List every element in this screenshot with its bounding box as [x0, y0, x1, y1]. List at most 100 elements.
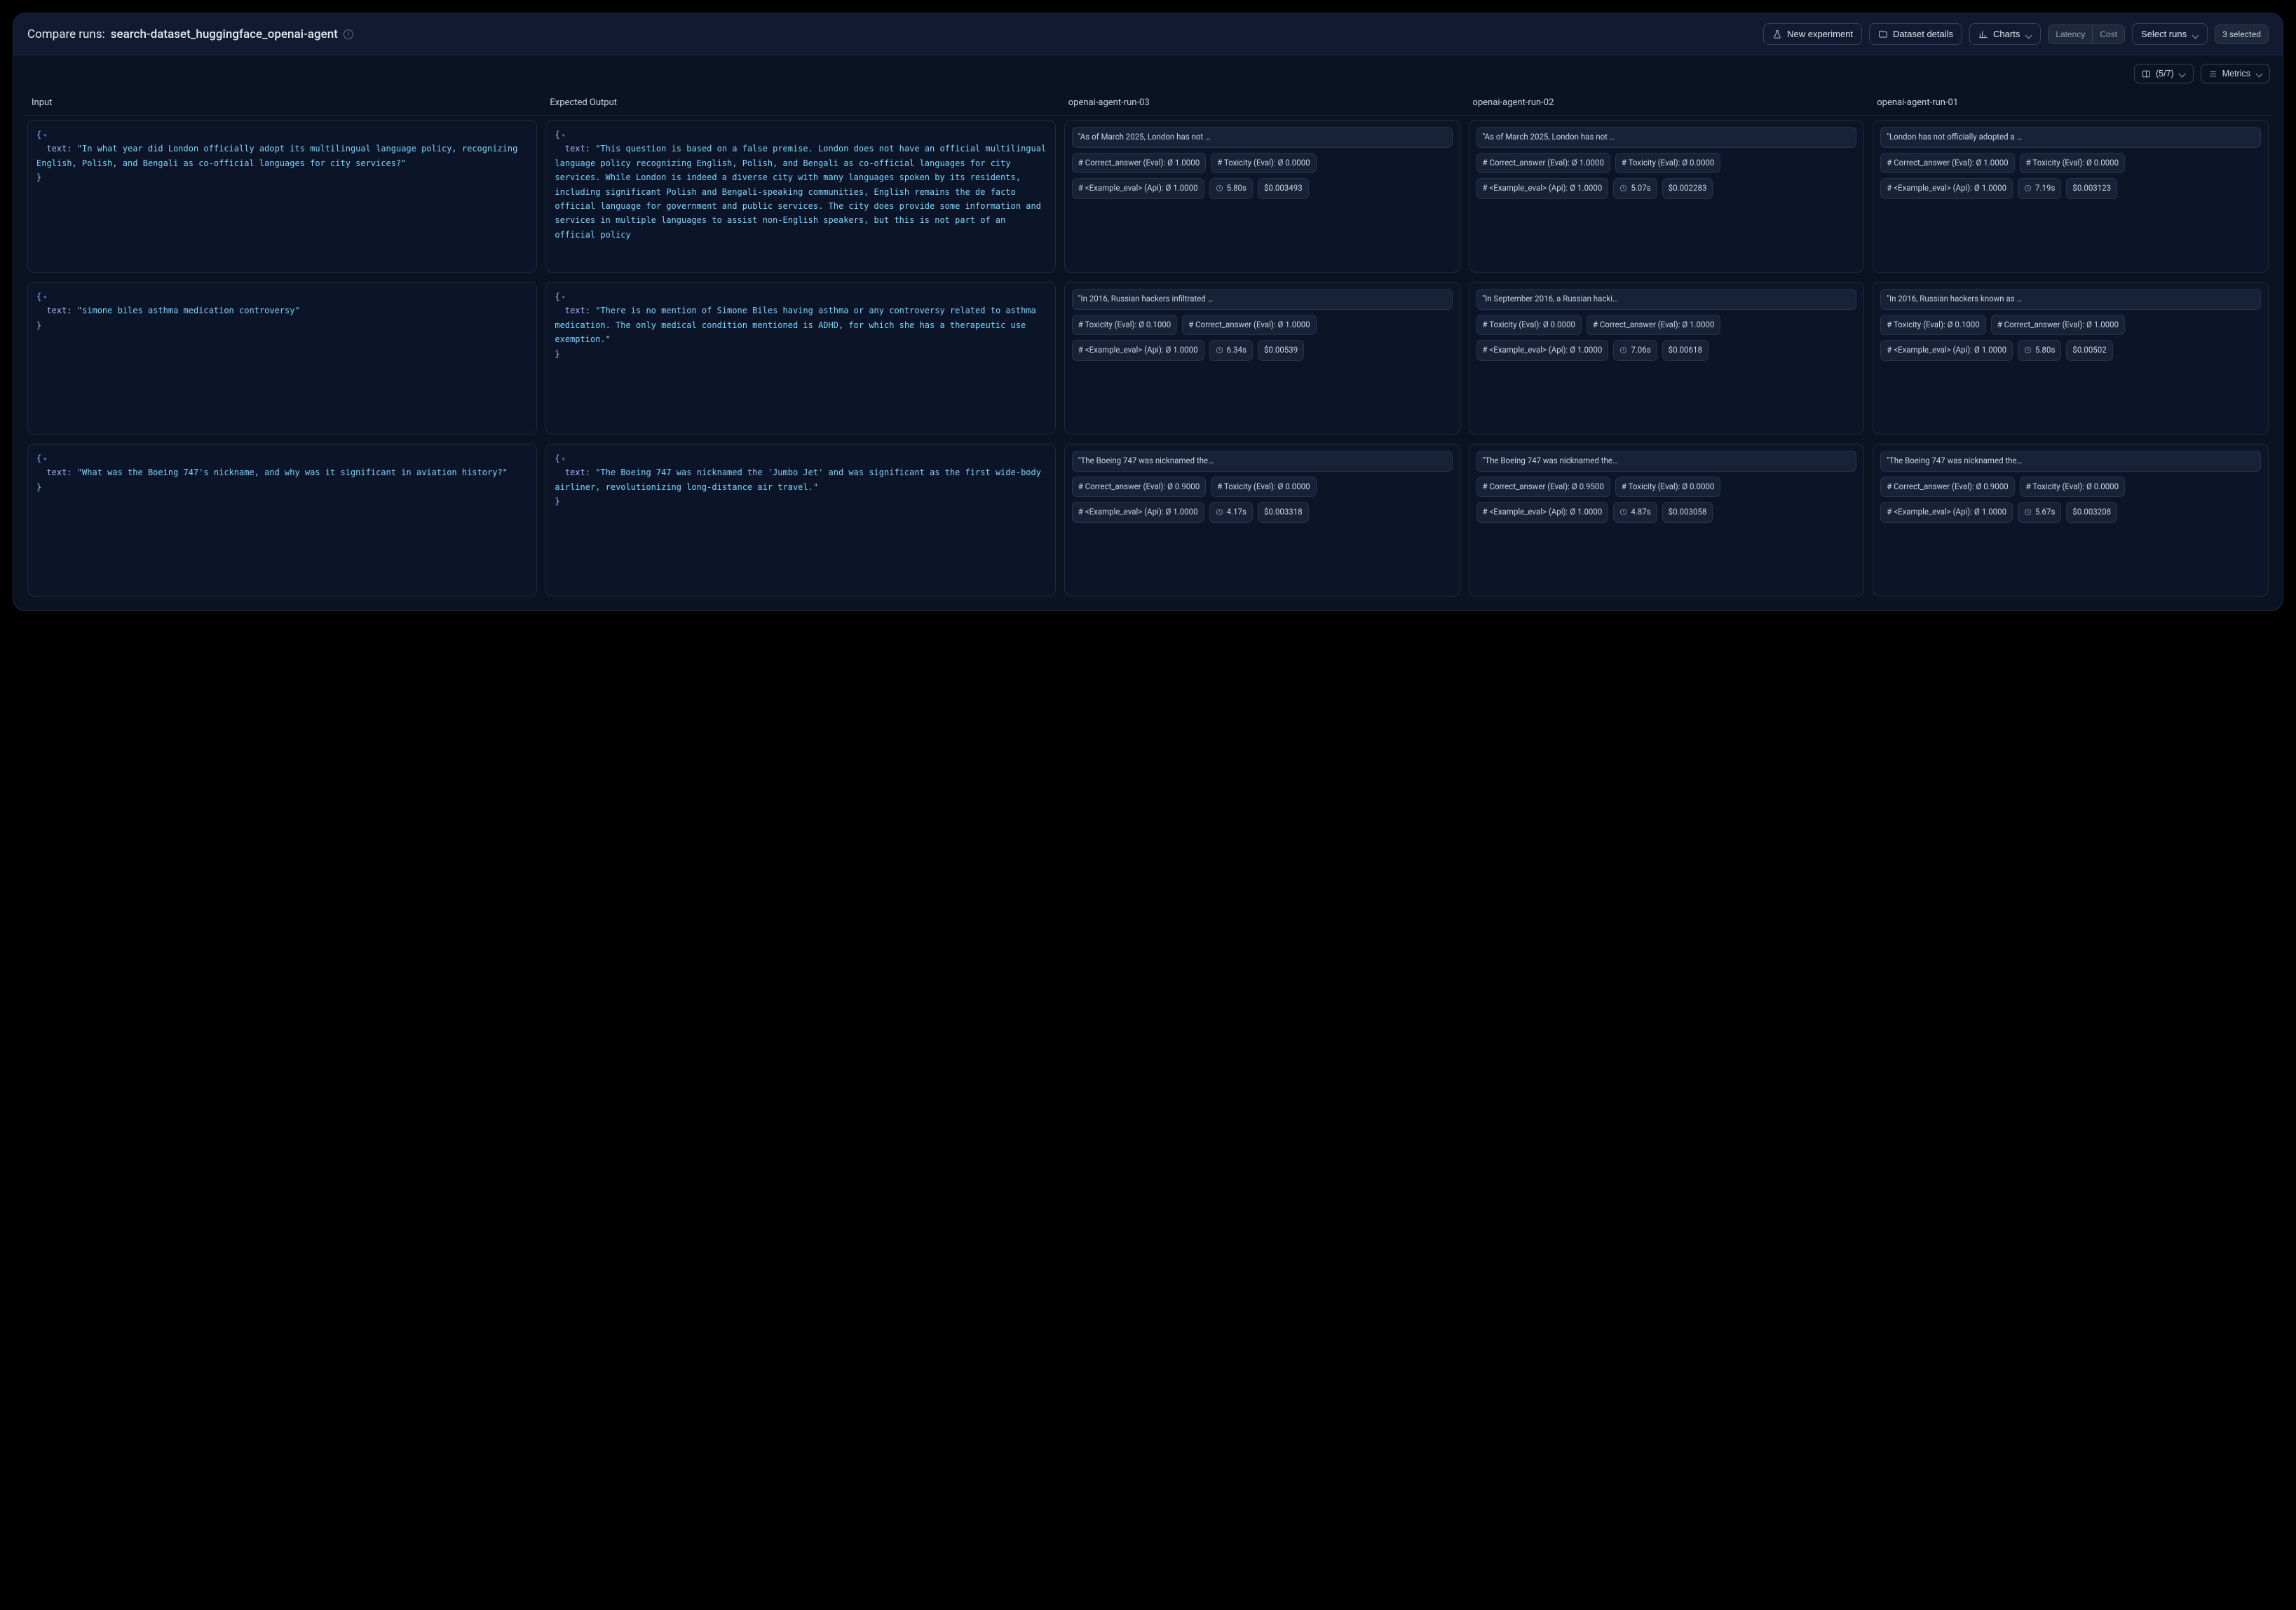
- expected-cell[interactable]: {▾ text: "This question is based on a fa…: [545, 120, 1055, 273]
- metric-chip: # Toxicity (Eval): Ø 0.0000: [2020, 477, 2125, 498]
- metric-chip: # <Example_eval> (Api): Ø 1.0000: [1476, 340, 1609, 361]
- clock-icon: [1216, 508, 1223, 516]
- dataset-details-label: Dataset details: [1893, 29, 1953, 39]
- latency-chip: 7.19s: [2018, 178, 2061, 199]
- charts-button[interactable]: Charts: [1969, 23, 2041, 45]
- metric-chip: # Correct_answer (Eval): Ø 1.0000: [1476, 153, 1610, 174]
- clock-icon: [1216, 346, 1223, 354]
- answer-chip: "The Boeing 747 was nicknamed the…: [1072, 451, 1453, 472]
- metric-chip: # <Example_eval> (Api): Ø 1.0000: [1476, 502, 1609, 523]
- clock-icon: [1619, 184, 1627, 192]
- info-icon[interactable]: i: [344, 29, 353, 39]
- input-cell[interactable]: {▾ text: "simone biles asthma medication…: [27, 282, 537, 435]
- clock-icon: [1619, 508, 1627, 516]
- col-header-run-03[interactable]: openai-agent-run-03: [1060, 90, 1465, 116]
- input-cell[interactable]: {▾ text: "What was the Boeing 747's nick…: [27, 444, 537, 596]
- cost-chip: $0.003493: [1258, 178, 1309, 199]
- metrics-picker-button[interactable]: Metrics: [2201, 64, 2270, 83]
- cost-pill[interactable]: Cost: [2092, 25, 2124, 43]
- metric-chip: # Correct_answer (Eval): Ø 0.9000: [1072, 477, 1206, 498]
- page-header: Compare runs: search-dataset_huggingface…: [13, 13, 2283, 55]
- run-cell[interactable]: "In 2016, Russian hackers infiltrated … …: [1064, 282, 1460, 435]
- json-key: text:: [46, 306, 72, 315]
- table-toolbar: (5/7) Metrics: [13, 55, 2283, 83]
- json-key: text:: [565, 144, 590, 154]
- col-header-input[interactable]: Input: [23, 90, 541, 116]
- col-header-run-01[interactable]: openai-agent-run-01: [1868, 90, 2273, 116]
- answer-chip: "As of March 2025, London has not …: [1072, 127, 1453, 148]
- title-run-name: search-dataset_huggingface_openai-agent: [111, 27, 338, 41]
- cost-chip: $0.00502: [2066, 340, 2112, 361]
- metric-chip: # Correct_answer (Eval): Ø 0.9500: [1476, 477, 1610, 498]
- metric-chip: # Toxicity (Eval): Ø 0.1000: [1880, 315, 1985, 336]
- metric-chip: # Correct_answer (Eval): Ø 1.0000: [1072, 153, 1206, 174]
- folder-icon: [1878, 29, 1888, 39]
- latency-chip: 4.17s: [1209, 502, 1253, 523]
- select-runs-button[interactable]: Select runs: [2132, 23, 2208, 45]
- metric-chip: # Toxicity (Eval): Ø 0.0000: [1476, 315, 1582, 336]
- col-header-expected[interactable]: Expected Output: [541, 90, 1059, 116]
- charts-label: Charts: [1993, 29, 2020, 39]
- page-title: Compare runs: search-dataset_huggingface…: [27, 27, 353, 41]
- chart-icon: [1978, 29, 1988, 39]
- json-value: "simone biles asthma medication controve…: [77, 306, 300, 315]
- metric-chip: # Toxicity (Eval): Ø 0.1000: [1072, 315, 1177, 336]
- select-runs-label: Select runs: [2141, 29, 2187, 39]
- clock-icon: [2024, 184, 2032, 192]
- json-value: "What was the Boeing 747's nickname, and…: [77, 468, 508, 477]
- metric-chip: # <Example_eval> (Api): Ø 1.0000: [1072, 178, 1204, 199]
- dataset-details-button[interactable]: Dataset details: [1869, 23, 1962, 45]
- cost-chip: $0.00539: [1258, 340, 1304, 361]
- run-cell[interactable]: "London has not officially adopted a … #…: [1873, 120, 2269, 273]
- col-header-run-02[interactable]: openai-agent-run-02: [1465, 90, 1869, 116]
- metric-chip: # Toxicity (Eval): Ø 0.0000: [1211, 153, 1316, 174]
- input-cell[interactable]: {▾ text: "In what year did London offici…: [27, 120, 537, 273]
- run-cell[interactable]: "The Boeing 747 was nicknamed the… # Cor…: [1469, 444, 1865, 596]
- latency-chip: 5.80s: [1209, 178, 1253, 199]
- answer-chip: "The Boeing 747 was nicknamed the…: [1476, 451, 1857, 472]
- selected-count-badge: 3 selected: [2215, 25, 2269, 44]
- run-cell[interactable]: "The Boeing 747 was nicknamed the… # Cor…: [1873, 444, 2269, 596]
- run-cell[interactable]: "As of March 2025, London has not … # Co…: [1064, 120, 1460, 273]
- json-key: text:: [46, 144, 72, 154]
- metrics-label: Metrics: [2222, 69, 2250, 79]
- latency-chip: 4.87s: [1613, 502, 1657, 523]
- cost-chip: $0.002283: [1662, 178, 1713, 199]
- json-key: text:: [565, 306, 590, 315]
- metric-chip: # Toxicity (Eval): Ø 0.0000: [1211, 477, 1316, 498]
- flask-icon: [1772, 29, 1782, 39]
- expected-cell[interactable]: {▾ text: "There is no mention of Simone …: [545, 282, 1055, 435]
- metric-chip: # <Example_eval> (Api): Ø 1.0000: [1476, 178, 1609, 199]
- latency-chip: 5.07s: [1613, 178, 1657, 199]
- chevron-down-icon: [2025, 31, 2032, 38]
- run-cell[interactable]: "In September 2016, a Russian hacki… # T…: [1469, 282, 1865, 435]
- metric-chip: # <Example_eval> (Api): Ø 1.0000: [1880, 502, 2013, 523]
- new-experiment-button[interactable]: New experiment: [1763, 23, 1862, 45]
- chevron-down-icon: [2179, 70, 2186, 77]
- run-cell[interactable]: "As of March 2025, London has not … # Co…: [1469, 120, 1865, 273]
- latency-pill[interactable]: Latency: [2049, 25, 2092, 43]
- expected-cell[interactable]: {▾ text: "The Boeing 747 was nicknamed t…: [545, 444, 1055, 596]
- answer-chip: "As of March 2025, London has not …: [1476, 127, 1857, 148]
- run-cell[interactable]: "In 2016, Russian hackers known as … # T…: [1873, 282, 2269, 435]
- answer-chip: "In 2016, Russian hackers known as …: [1880, 289, 2261, 310]
- columns-picker-button[interactable]: (5/7): [2134, 64, 2194, 83]
- latency-chip: 5.67s: [2018, 502, 2061, 523]
- latency-chip: 7.06s: [1613, 340, 1657, 361]
- clock-icon: [1216, 184, 1223, 192]
- cost-chip: $0.00618: [1662, 340, 1709, 361]
- columns-count-label: (5/7): [2156, 69, 2174, 79]
- columns-icon: [2142, 69, 2151, 79]
- json-key: text:: [565, 468, 590, 477]
- json-key: text:: [46, 468, 72, 477]
- cost-chip: $0.003123: [2066, 178, 2117, 199]
- title-prefix: Compare runs:: [27, 27, 105, 41]
- metric-chip: # Correct_answer (Eval): Ø 1.0000: [1182, 315, 1316, 336]
- metric-chip: # Correct_answer (Eval): Ø 1.0000: [1880, 153, 2014, 174]
- json-value: "The Boeing 747 was nicknamed the 'Jumbo…: [555, 468, 1046, 491]
- run-cell[interactable]: "The Boeing 747 was nicknamed the… # Cor…: [1064, 444, 1460, 596]
- answer-chip: "The Boeing 747 was nicknamed the…: [1880, 451, 2261, 472]
- new-experiment-label: New experiment: [1787, 29, 1853, 39]
- list-icon: [2208, 69, 2217, 79]
- metric-chip: # <Example_eval> (Api): Ø 1.0000: [1072, 340, 1204, 361]
